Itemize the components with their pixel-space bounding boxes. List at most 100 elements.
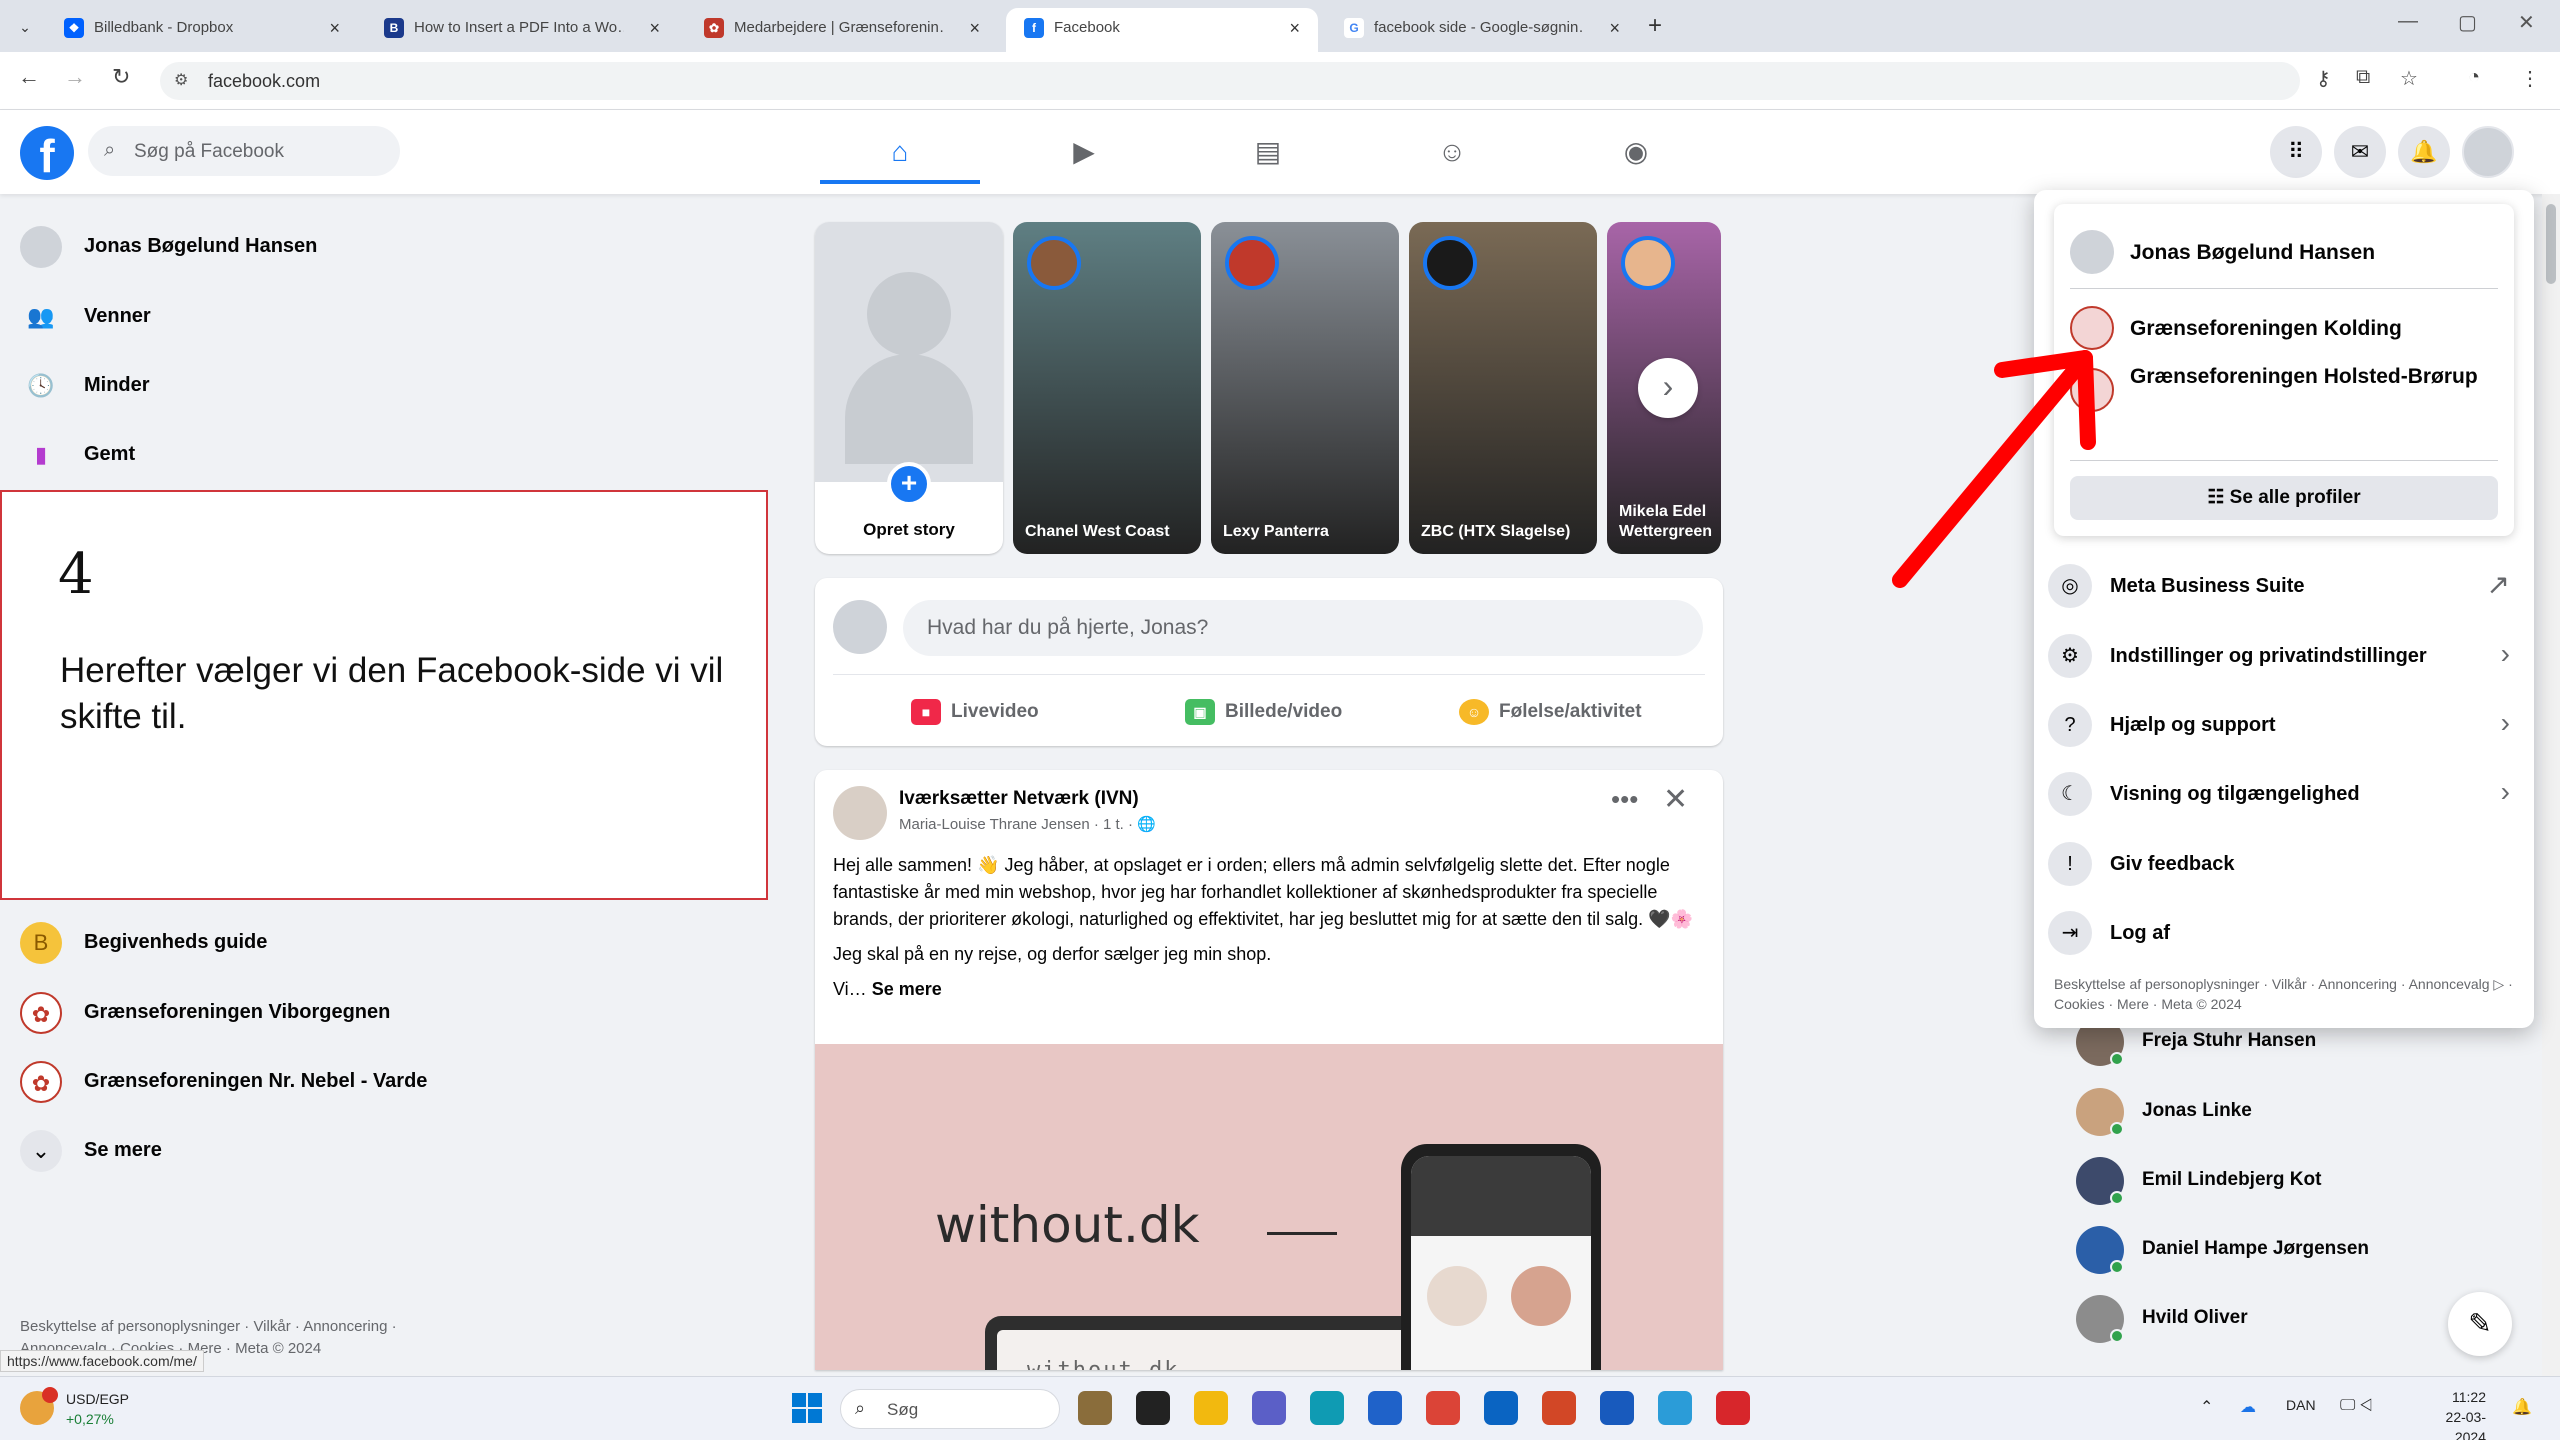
- tab-title: How to Insert a PDF Into a Wo…: [414, 19, 624, 37]
- taskbar-search-input[interactable]: ⌕ Søg: [840, 1389, 1060, 1429]
- bookmark-star-icon[interactable]: ☆: [2400, 66, 2418, 91]
- nav-tab-video[interactable]: ▶: [1004, 120, 1164, 184]
- live-video-button[interactable]: ■ Livevideo: [911, 690, 1039, 734]
- contact-item[interactable]: Hvild Oliver: [2076, 1289, 2496, 1349]
- stories-next-chevron-icon[interactable]: ›: [1638, 358, 1698, 418]
- story-card[interactable]: Lexy Panterra: [1211, 222, 1399, 554]
- nav-tab-gaming[interactable]: ◉: [1556, 120, 1716, 184]
- sidebar-item[interactable]: Jonas Bøgelund Hansen: [20, 218, 720, 274]
- browser-tab[interactable]: B How to Insert a PDF Into a Wo… ×: [366, 8, 678, 52]
- notifications-icon[interactable]: 🔔: [2398, 126, 2450, 178]
- taskbar-outlook-app[interactable]: [1484, 1391, 1518, 1425]
- switch-profile-row[interactable]: Grænseforeningen Holsted-Brørup: [2070, 362, 2498, 418]
- taskbar-files-app[interactable]: [1078, 1391, 1112, 1425]
- browser-tab[interactable]: ❖ Billedbank - Dropbox ×: [46, 8, 358, 52]
- minimize-button[interactable]: —: [2398, 10, 2418, 33]
- language-indicator[interactable]: DAN: [2286, 1397, 2316, 1413]
- menu-grid-icon[interactable]: ⠿: [2270, 126, 2322, 178]
- tab-favicon-icon: G: [1344, 18, 1364, 39]
- tab-close-icon[interactable]: ×: [649, 8, 660, 48]
- composer-input[interactable]: Hvad har du på hjerte, Jonas?: [903, 600, 1703, 656]
- contact-item[interactable]: Jonas Linke: [2076, 1082, 2496, 1142]
- avatar: [2070, 230, 2114, 274]
- page-scrollbar[interactable]: [2542, 194, 2560, 1376]
- taskbar-clock[interactable]: 11:22 22-03-2024: [2416, 1387, 2486, 1440]
- taskbar-store-app[interactable]: [1368, 1391, 1402, 1425]
- see-all-profiles-button[interactable]: ☷ Se alle profiler: [2070, 476, 2498, 520]
- reload-icon[interactable]: ↻: [112, 64, 130, 90]
- sidebar-item[interactable]: 👥 Venner: [20, 288, 720, 344]
- network-volume-icon[interactable]: 🖵 ◁: [2340, 1397, 2373, 1415]
- sidebar-item[interactable]: B Begivenheds guide: [20, 914, 720, 970]
- taskbar-edge-app[interactable]: [1310, 1391, 1344, 1425]
- menu-item-give-feedback[interactable]: ! Giv feedback: [2048, 832, 2520, 896]
- forward-icon[interactable]: →: [64, 64, 86, 90]
- profile-icon[interactable]: ◔: [2468, 66, 2480, 89]
- browser-menu-icon[interactable]: ⋮: [2520, 66, 2540, 91]
- back-icon[interactable]: ←: [18, 64, 40, 90]
- password-key-icon[interactable]: ⚷: [2316, 66, 2331, 91]
- account-avatar-button[interactable]: [2462, 126, 2514, 178]
- url-field[interactable]: ⚙ facebook.com: [160, 62, 2300, 100]
- nav-tab-home[interactable]: ⌂: [820, 120, 980, 184]
- cast-icon[interactable]: ⧉: [2356, 66, 2370, 89]
- site-info-icon[interactable]: ⚙: [174, 70, 188, 90]
- sidebar-item[interactable]: ⌄ Se mere: [20, 1122, 720, 1178]
- taskbar-word-app[interactable]: [1600, 1391, 1634, 1425]
- plus-icon[interactable]: +: [887, 462, 931, 506]
- messenger-icon[interactable]: ✉: [2334, 126, 2386, 178]
- sidebar-item[interactable]: ✿ Grænseforeningen Nr. Nebel - Varde: [20, 1053, 720, 1109]
- tab-close-icon[interactable]: ×: [329, 8, 340, 48]
- menu-item-help-support[interactable]: ? Hjælp og support ›: [2048, 693, 2520, 757]
- tab-close-icon[interactable]: ×: [1609, 8, 1620, 48]
- post-more-options-icon[interactable]: •••: [1611, 784, 1638, 815]
- menu-item-display-accessibility[interactable]: ☾ Visning og tilgængelighed ›: [2048, 762, 2520, 826]
- notification-bell-icon[interactable]: 🔔: [2512, 1397, 2532, 1417]
- sidebar-item[interactable]: 🕓 Minder: [20, 357, 720, 413]
- dropdown-footer-links[interactable]: Beskyttelse af personoplysninger · Vilkå…: [2054, 974, 2514, 1014]
- taskbar-snip-app[interactable]: [1658, 1391, 1692, 1425]
- browser-tab[interactable]: Gfacebook side - Google-søgnin… ×: [1326, 8, 1638, 52]
- post-author-name[interactable]: Iværksætter Netværk (IVN): [899, 788, 1139, 810]
- post-author-avatar[interactable]: [833, 786, 887, 840]
- taskbar-powerpoint-app[interactable]: [1542, 1391, 1576, 1425]
- photo-video-button[interactable]: ▣ Billede/video: [1185, 690, 1342, 734]
- nav-tab-marketplace[interactable]: ▤: [1188, 120, 1348, 184]
- new-message-icon[interactable]: ✎: [2448, 1292, 2512, 1356]
- menu-item-settings-privacy[interactable]: ⚙ Indstillinger og privatindstillinger ›: [2048, 624, 2520, 688]
- contact-item[interactable]: Daniel Hampe Jørgensen: [2076, 1220, 2496, 1280]
- close-window-button[interactable]: ✕: [2518, 10, 2535, 35]
- nav-tab-groups[interactable]: ☺: [1372, 120, 1532, 184]
- current-profile-row[interactable]: Jonas Bøgelund Hansen: [2070, 224, 2498, 280]
- post-close-icon[interactable]: ✕: [1663, 782, 1688, 817]
- story-card[interactable]: Chanel West Coast: [1013, 222, 1201, 554]
- taskbar-explorer-app[interactable]: [1194, 1391, 1228, 1425]
- windows-start-icon[interactable]: [792, 1393, 822, 1423]
- browser-tab[interactable]: f Facebook ×: [1006, 8, 1318, 52]
- tab-search-button[interactable]: ⌄: [12, 14, 38, 40]
- taskbar-teams-app[interactable]: [1252, 1391, 1286, 1425]
- see-more-link[interactable]: Se mere: [872, 979, 942, 999]
- switch-profile-row[interactable]: Grænseforeningen Kolding: [2070, 300, 2498, 356]
- sidebar-item[interactable]: ▮ Gemt: [20, 426, 720, 482]
- sidebar-item[interactable]: ✿ Grænseforeningen Viborgegnen: [20, 984, 720, 1040]
- post-image[interactable]: without.dk without.dk: [815, 1044, 1723, 1370]
- story-card[interactable]: ZBC (HTX Slagelse): [1409, 222, 1597, 554]
- post-composer: Hvad har du på hjerte, Jonas? ■ Livevideo…: [815, 578, 1723, 746]
- facebook-search-input[interactable]: ⌕ Søg på Facebook: [88, 126, 400, 176]
- feeling-activity-button[interactable]: ☺ Følelse/aktivitet: [1459, 690, 1642, 734]
- browser-tab[interactable]: ✿ Medarbejdere | Grænseforenin… ×: [686, 8, 998, 52]
- taskbar-acrobat-app[interactable]: [1716, 1391, 1750, 1425]
- tray-chevron-icon[interactable]: ⌃: [2200, 1397, 2213, 1417]
- menu-item-log-out[interactable]: ⇥ Log af: [2048, 901, 2520, 965]
- tab-close-icon[interactable]: ×: [1289, 8, 1300, 48]
- onedrive-cloud-icon[interactable]: ☁: [2240, 1397, 2256, 1417]
- create-story-card[interactable]: + Opret story: [815, 222, 1003, 554]
- new-tab-button[interactable]: +: [1648, 12, 1662, 40]
- taskbar-chrome-app[interactable]: [1426, 1391, 1460, 1425]
- taskbar-taskview-app[interactable]: [1136, 1391, 1170, 1425]
- maximize-button[interactable]: ▢: [2458, 10, 2477, 35]
- facebook-logo-icon[interactable]: f: [20, 126, 74, 180]
- tab-close-icon[interactable]: ×: [969, 8, 980, 48]
- contact-item[interactable]: Emil Lindebjerg Kot: [2076, 1151, 2496, 1211]
